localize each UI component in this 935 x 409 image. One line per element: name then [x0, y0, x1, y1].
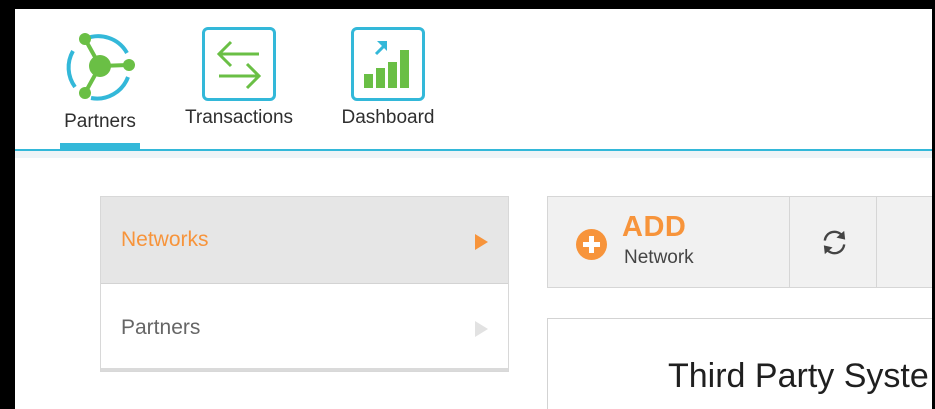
side-menu: Networks Partners	[100, 196, 509, 372]
dashboard-tile	[351, 27, 425, 101]
side-menu-item-partners[interactable]: Partners	[101, 285, 508, 371]
arrow-right-icon	[475, 234, 488, 250]
add-button-subtitle: Network	[624, 247, 694, 268]
arrow-right-icon	[475, 321, 488, 337]
top-navigation: Partners Transactions Dashboard	[15, 9, 932, 150]
toolbar: ADD Network	[547, 196, 932, 288]
nav-label-transactions: Transactions	[184, 107, 294, 128]
nav-shadow-band	[15, 151, 932, 158]
nav-item-partners[interactable]: Partners	[60, 27, 140, 133]
panel-title: Third Party Syste	[668, 357, 929, 395]
transactions-arrows-icon	[216, 40, 262, 90]
refresh-icon	[823, 230, 846, 255]
add-network-button[interactable]: ADD Network	[548, 197, 790, 287]
add-button-title: ADD	[622, 211, 687, 243]
transactions-tile	[202, 27, 276, 101]
partners-network-icon	[66, 33, 135, 101]
plus-circle-icon	[576, 229, 607, 260]
side-menu-item-networks[interactable]: Networks	[101, 197, 508, 284]
content-panel: Third Party Syste	[547, 318, 932, 409]
nav-label-dashboard: Dashboard	[341, 107, 435, 128]
dashboard-chart-icon	[364, 41, 409, 88]
nav-label-partners: Partners	[64, 111, 136, 132]
nav-item-dashboard[interactable]: Dashboard	[333, 27, 443, 129]
nav-item-transactions[interactable]: Transactions	[178, 27, 300, 129]
refresh-button[interactable]	[791, 197, 877, 287]
side-menu-label-partners: Partners	[121, 316, 201, 339]
side-menu-label-networks: Networks	[121, 228, 209, 251]
